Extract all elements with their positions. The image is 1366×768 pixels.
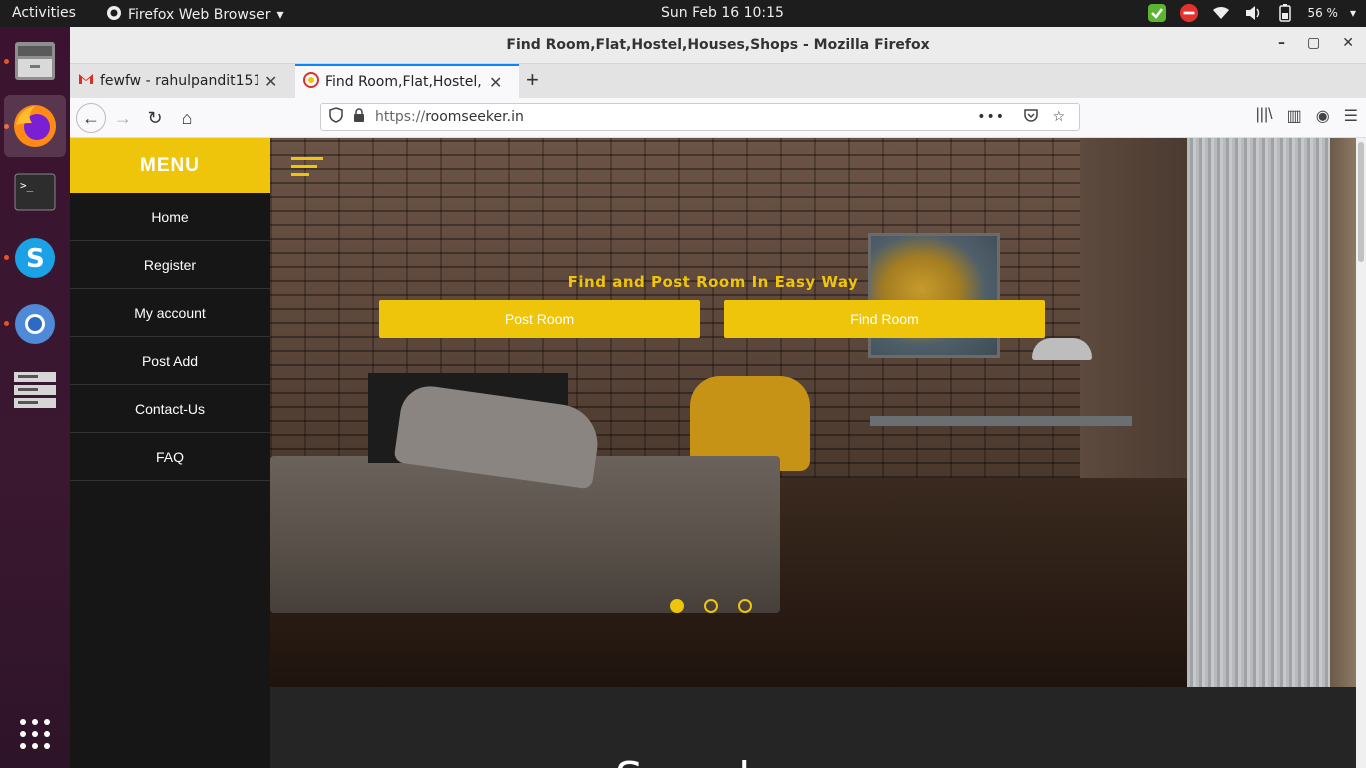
library-icon[interactable]: |||\ [1256, 106, 1273, 126]
menu-item-home[interactable]: Home [70, 193, 270, 241]
hero-carousel: Find and Post Room In Easy Way Post Room… [270, 138, 1356, 687]
menu-title: MENU [70, 138, 270, 193]
tab-bar: fewfw - rahulpandit1511 ✕ Find Room,Flat… [70, 64, 1366, 98]
dock: >_ S [0, 27, 70, 768]
close-window-button[interactable]: ✕ [1342, 35, 1354, 51]
menu-item-my-account[interactable]: My account [70, 289, 270, 337]
section-title: Search [615, 753, 766, 768]
wall-map-image [868, 233, 1000, 358]
wifi-icon[interactable] [1211, 3, 1231, 23]
app-grid-icon[interactable] [4, 703, 66, 765]
hamburger-menu-icon[interactable]: ☰ [1344, 106, 1358, 126]
activities-button[interactable]: Activities [12, 5, 76, 21]
tab-gmail[interactable]: fewfw - rahulpandit1511 ✕ [70, 64, 294, 98]
firefox-icon[interactable] [4, 95, 66, 157]
battery-icon[interactable] [1275, 3, 1295, 23]
carousel-dot[interactable] [704, 599, 718, 613]
check-shield-icon[interactable] [1147, 3, 1167, 23]
carousel-dot[interactable] [670, 599, 684, 613]
post-room-button[interactable]: Post Room [379, 300, 700, 338]
tab-label: fewfw - rahulpandit1511 [100, 73, 258, 89]
reload-button[interactable]: ↻ [142, 105, 168, 131]
new-tab-button[interactable]: + [526, 67, 539, 93]
chromium-icon[interactable] [4, 293, 66, 355]
close-tab-icon[interactable]: ✕ [489, 73, 502, 92]
carousel-dot[interactable] [738, 599, 752, 613]
maximize-button[interactable]: ▢ [1307, 35, 1320, 51]
minimize-button[interactable]: – [1278, 35, 1285, 51]
page-scrollbar[interactable] [1356, 138, 1366, 768]
lock-icon[interactable] [353, 108, 365, 126]
navigation-bar: ← → ↻ ⌂ https:// roomseeker.in ••• ☆ |||… [70, 98, 1366, 138]
sidebar-icon[interactable]: ▥ [1287, 106, 1302, 126]
side-menu: MENU Home Register My account Post Add C… [70, 138, 270, 768]
shield-icon[interactable] [329, 107, 343, 127]
bookmark-star-icon[interactable]: ☆ [1052, 109, 1065, 125]
gmail-icon [78, 73, 94, 89]
menu-item-post-add[interactable]: Post Add [70, 337, 270, 385]
skype-icon[interactable]: S [4, 227, 66, 289]
carousel-indicators [670, 599, 752, 613]
title-bar: Find Room,Flat,Hostel,Houses,Shops - Moz… [70, 27, 1366, 64]
page-actions-icon[interactable]: ••• [977, 109, 1005, 125]
menu-item-register[interactable]: Register [70, 241, 270, 289]
pocket-icon[interactable] [1023, 107, 1039, 127]
menu-item-faq[interactable]: FAQ [70, 433, 270, 481]
url-domain: roomseeker.in [425, 109, 524, 125]
menu-toggle-icon[interactable] [291, 157, 325, 179]
menu-item-contact-us[interactable]: Contact-Us [70, 385, 270, 433]
app-menu[interactable]: Firefox Web Browser ▾ [106, 5, 284, 25]
system-top-bar: Activities Firefox Web Browser ▾ Sun Feb… [0, 0, 1366, 27]
blocked-icon[interactable] [1179, 3, 1199, 23]
url-prefix: https:// [375, 109, 426, 125]
window-title: Find Room,Flat,Hostel,Houses,Shops - Moz… [506, 37, 930, 53]
account-icon[interactable]: ◉ [1316, 106, 1330, 126]
hero-tagline: Find and Post Room In Easy Way [567, 273, 859, 291]
chevron-down-icon: ▾ [276, 7, 284, 23]
system-tray[interactable]: 56 % ▾ [1147, 3, 1356, 23]
clock[interactable]: Sun Feb 16 10:15 [661, 5, 784, 21]
firefox-small-icon [106, 5, 122, 25]
battery-percent: 56 % [1307, 6, 1338, 20]
svg-text:>_: >_ [20, 179, 34, 192]
app-menu-label: Firefox Web Browser [128, 7, 271, 23]
back-button[interactable]: ← [76, 103, 106, 133]
site-icon [303, 72, 319, 92]
home-button[interactable]: ⌂ [174, 105, 200, 131]
tab-roomseeker[interactable]: Find Room,Flat,Hostel,H ✕ [295, 64, 519, 98]
scrollbar-thumb[interactable] [1358, 142, 1364, 262]
find-room-button[interactable]: Find Room [724, 300, 1045, 338]
forward-button[interactable]: → [110, 105, 136, 131]
files-icon[interactable] [4, 29, 66, 91]
web-page: MENU Home Register My account Post Add C… [70, 138, 1356, 768]
terminal-icon[interactable]: >_ [4, 161, 66, 223]
tab-label: Find Room,Flat,Hostel,H [325, 74, 483, 90]
server-icon[interactable] [4, 359, 66, 421]
url-bar[interactable]: https:// roomseeker.in ••• ☆ [320, 103, 1080, 131]
firefox-window: Find Room,Flat,Hostel,Houses,Shops - Moz… [70, 27, 1366, 768]
svg-text:S: S [26, 244, 45, 274]
chevron-down-icon[interactable]: ▾ [1350, 6, 1356, 20]
close-tab-icon[interactable]: ✕ [264, 72, 277, 91]
volume-icon[interactable] [1243, 3, 1263, 23]
search-section: Search [270, 687, 1356, 768]
